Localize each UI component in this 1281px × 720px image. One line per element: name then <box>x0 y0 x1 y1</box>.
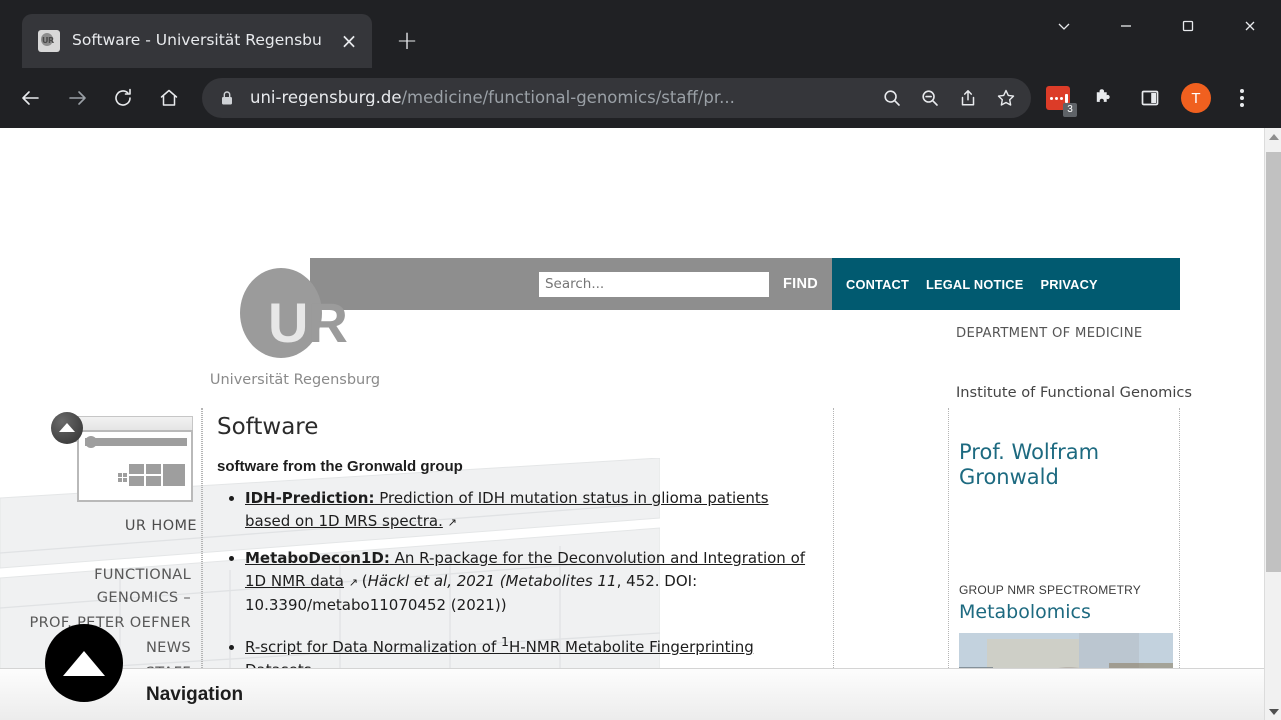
topnav-contact[interactable]: CONTACT <box>846 277 909 292</box>
link-idh-prediction-title[interactable]: IDH-Prediction: <box>245 489 374 507</box>
browser-tab[interactable]: Software - Universität Regensbu × <box>22 14 372 68</box>
link-metabodecon1d-title[interactable]: MetaboDecon1D: <box>245 549 390 567</box>
extension-badge-count: 3 <box>1063 103 1077 117</box>
professor-name-link[interactable]: Prof. Wolfram Gronwald <box>959 440 1169 490</box>
search-input[interactable] <box>538 271 769 297</box>
chevron-down-icon[interactable] <box>1033 0 1095 52</box>
kebab-menu-icon[interactable] <box>1223 79 1261 117</box>
group-label: GROUP NMR SPECTROMETRY <box>959 583 1141 598</box>
superscript-1: 1 <box>501 634 509 649</box>
ur-logo-mark: UR <box>240 268 350 358</box>
group-title-link[interactable]: Metabolomics <box>959 601 1169 623</box>
search-icon[interactable] <box>875 81 909 115</box>
list-item: IDH-Prediction: Prediction of IDH mutati… <box>245 487 815 534</box>
navigation-label: Navigation <box>146 683 244 705</box>
ur-logo-caption: Universität Regensburg <box>209 372 381 388</box>
external-link-icon: ↗ <box>447 516 457 529</box>
tab-title: Software - Universität Regensbu <box>72 33 322 49</box>
scroll-up-arrow-icon[interactable] <box>1265 128 1281 145</box>
ur-favicon-icon <box>38 30 60 52</box>
extension-notes-icon[interactable]: 3 <box>1039 79 1077 117</box>
lock-icon <box>220 90 238 106</box>
address-bar[interactable]: uni-regensburg.de/medicine/functional-ge… <box>202 78 1031 118</box>
url-path: /medicine/functional-genomics/staff/pr..… <box>401 89 735 107</box>
external-link-icon: ↗ <box>348 576 358 589</box>
star-icon[interactable] <box>989 81 1023 115</box>
chevron-up-icon <box>51 412 83 444</box>
page-title: Software <box>217 414 319 440</box>
browser-titlebar: Software - Universität Regensbu × + <box>0 0 1281 68</box>
page-scrollbar[interactable] <box>1264 128 1281 720</box>
browser-window: Software - Universität Regensbu × + <box>0 0 1281 720</box>
topnav-legal-notice[interactable]: LEGAL NOTICE <box>926 277 1023 292</box>
puzzle-piece-icon[interactable] <box>1085 79 1123 117</box>
side-panel-icon[interactable] <box>1131 79 1169 117</box>
sidebar-item-ur-home[interactable]: UR HOME <box>8 518 201 534</box>
scroll-down-arrow-icon[interactable] <box>1265 703 1281 720</box>
list-item: MetaboDecon1D: An R-package for the Deco… <box>245 547 815 617</box>
scrollbar-thumb[interactable] <box>1266 152 1281 572</box>
page-viewport: FIND CONTACT LEGAL NOTICE PRIVACY UR Uni… <box>0 128 1281 720</box>
maximize-icon[interactable] <box>1157 0 1219 52</box>
topnav-privacy[interactable]: PRIVACY <box>1040 277 1097 292</box>
window-controls <box>1033 0 1281 52</box>
url-text: uni-regensburg.de/medicine/functional-ge… <box>250 90 871 107</box>
sidebar-item-functional-genomics[interactable]: FUNCTIONAL GENOMICS – <box>8 562 201 610</box>
zoom-out-icon[interactable] <box>913 81 947 115</box>
bottom-navigation-bar[interactable]: Navigation <box>0 624 1264 720</box>
browser-toolbar: uni-regensburg.de/medicine/functional-ge… <box>0 68 1281 128</box>
link-r-script-pre: R-script for Data Normalization of <box>245 638 502 656</box>
ur-home-icon[interactable] <box>51 412 193 508</box>
close-icon[interactable] <box>1219 0 1281 52</box>
back-arrow-icon[interactable] <box>12 79 50 117</box>
content-subtitle: software from the Gronwald group <box>217 458 463 475</box>
forward-arrow-icon[interactable] <box>58 79 96 117</box>
ext-red-badge-icon: 3 <box>1046 86 1077 117</box>
site-top-nav: CONTACT LEGAL NOTICE PRIVACY <box>832 258 1180 310</box>
department-label: DEPARTMENT OF MEDICINE <box>956 326 1143 341</box>
profile-avatar[interactable]: T <box>1177 79 1215 117</box>
url-domain: uni-regensburg.de <box>250 89 402 107</box>
avatar-initial: T <box>1181 83 1211 113</box>
new-tab-button[interactable]: + <box>390 24 424 58</box>
close-tab-icon[interactable]: × <box>336 28 362 54</box>
home-icon[interactable] <box>150 79 188 117</box>
triangle-up-icon[interactable] <box>45 624 123 702</box>
institute-label[interactable]: Institute of Functional Genomics <box>956 384 1192 401</box>
web-page: FIND CONTACT LEGAL NOTICE PRIVACY UR Uni… <box>0 128 1264 720</box>
share-icon[interactable] <box>951 81 985 115</box>
ur-logo[interactable]: UR Universität Regensburg <box>160 268 430 388</box>
minimize-icon[interactable] <box>1095 0 1157 52</box>
find-button[interactable]: FIND <box>783 276 818 292</box>
reload-icon[interactable] <box>104 79 142 117</box>
citation-metabodecon1d-italic: Häckl et al, 2021 (Metabolites 11 <box>367 572 617 590</box>
